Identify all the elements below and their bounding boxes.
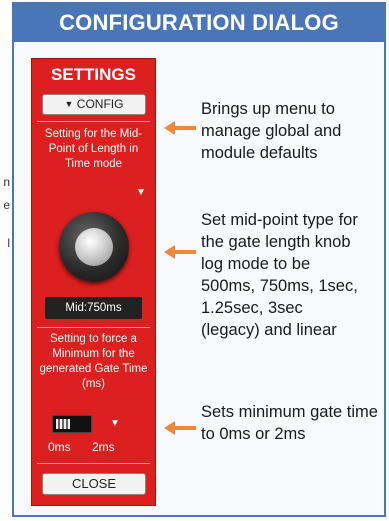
divider: [37, 463, 150, 464]
knob-cap: [75, 228, 113, 266]
midpoint-knob[interactable]: [59, 212, 129, 282]
annotation-midpoint: Set mid-point type for the gate length k…: [201, 211, 358, 339]
option-label-0ms: 0ms: [48, 440, 71, 454]
minimum-gate-switch[interactable]: [52, 415, 92, 433]
settings-heading: SETTINGS: [50, 65, 136, 84]
divider: [37, 121, 150, 122]
background-text-fragment: e: [3, 198, 10, 212]
minimum-setting-label: Setting to force a Minimum for the gener…: [39, 333, 148, 390]
switch-indicator: [56, 419, 70, 429]
midpoint-readout: Mid:750ms: [45, 297, 142, 319]
arrow-left-icon: [164, 121, 196, 135]
divider: [37, 327, 150, 328]
midpoint-setting-label: Setting for the Mid-Point of Length in T…: [44, 128, 143, 170]
midpoint-dropdown-icon[interactable]: ▼: [136, 187, 146, 198]
configuration-dialog: CONFIGURATION DIALOG SETTINGS ▼ CONFIG S…: [12, 2, 386, 517]
background-text-fragment: l: [7, 236, 10, 250]
annotation-config: Brings up menu to manage global and modu…: [201, 100, 342, 162]
config-button[interactable]: ▼ CONFIG: [42, 94, 146, 115]
minimum-dropdown-icon[interactable]: ▼: [110, 418, 120, 429]
option-label-2ms: 2ms: [92, 440, 115, 454]
arrow-left-icon: [164, 421, 196, 435]
settings-panel: SETTINGS ▼ CONFIG Setting for the Mid-Po…: [31, 58, 156, 506]
background-text-fragment: n: [3, 175, 10, 189]
arrow-left-icon: [164, 245, 196, 259]
annotation-minimum: Sets minimum gate time to 0ms or 2ms: [201, 403, 378, 443]
close-button[interactable]: CLOSE: [42, 473, 146, 495]
triangle-down-icon: ▼: [64, 99, 74, 109]
dialog-title: CONFIGURATION DIALOG: [14, 4, 384, 42]
config-button-label: CONFIG: [76, 97, 124, 111]
